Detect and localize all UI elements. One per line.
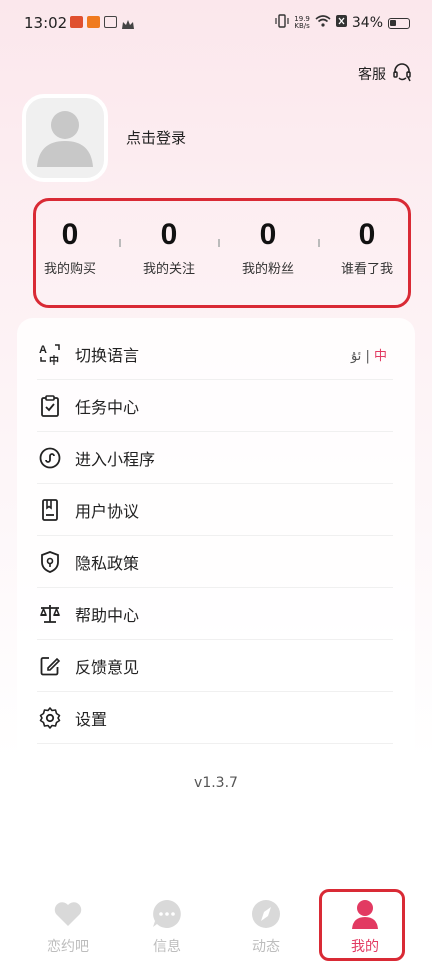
language-option-chinese[interactable]: 中 (374, 349, 387, 364)
menu-item-label: 任务中心 (75, 397, 140, 417)
menu-item-language[interactable]: A中 切换语言 ئۇ | 中 (37, 328, 393, 380)
menu-item-label: 反馈意见 (75, 657, 140, 677)
menu-item-mini-program[interactable]: 进入小程序 (37, 432, 393, 484)
stat-label: 我的购买 (43, 262, 96, 277)
menu-item-help-center[interactable]: 帮助中心 (37, 588, 393, 640)
app-notification-icon (87, 16, 100, 28)
shield-icon (37, 549, 63, 575)
svg-text:A: A (39, 344, 47, 356)
translate-icon: A中 (37, 341, 63, 367)
stat-label: 我的粉丝 (241, 262, 294, 277)
stat-label: 我的关注 (142, 262, 195, 277)
stat-value: 0 (160, 218, 178, 251)
stat-visitors[interactable]: 0 谁看了我 (327, 218, 407, 277)
stat-label: 谁看了我 (340, 262, 393, 277)
system-status: 19.9 KB/s 34% (275, 14, 410, 32)
compass-icon (250, 898, 282, 930)
language-switcher[interactable]: ئۇ | 中 (351, 345, 387, 364)
tab-label: 恋约吧 (47, 939, 89, 955)
menu-item-user-agreement[interactable]: 用户协议 (37, 484, 393, 536)
app-notification-icon (70, 16, 83, 28)
language-option-uyghur[interactable]: ئۇ (351, 349, 361, 364)
menu-item-label: 切换语言 (75, 345, 140, 365)
scale-icon (37, 601, 63, 627)
stat-value: 0 (358, 218, 376, 251)
stat-following[interactable]: 0 我的关注 (129, 218, 209, 277)
headset-icon (392, 62, 412, 86)
menu-item-label: 设置 (75, 709, 108, 729)
stat-divider (119, 239, 121, 247)
notification-icons (70, 16, 135, 35)
tab-moments[interactable]: 动态 (226, 898, 306, 956)
stat-fans[interactable]: 0 我的粉丝 (228, 218, 308, 277)
svg-text:中: 中 (49, 354, 59, 366)
menu-item-label: 进入小程序 (75, 449, 156, 469)
sim-off-icon (335, 15, 347, 31)
network-speed: 19.9 KB/s (294, 15, 310, 30)
stat-value: 0 (259, 218, 277, 251)
stat-divider (218, 239, 220, 247)
chat-icon (151, 898, 183, 930)
menu-item-label: 隐私政策 (75, 553, 140, 573)
menu-card: A中 切换语言 ئۇ | 中 任务中心 进入小程序 用户协议 隐私政策 帮助中心… (17, 318, 415, 808)
app-version: v1.3.7 (194, 775, 238, 791)
login-link[interactable]: 点击登录 (126, 127, 186, 148)
menu-item-privacy-policy[interactable]: 隐私政策 (37, 536, 393, 588)
status-time: 13:02 (24, 14, 68, 32)
menu-item-tasks[interactable]: 任务中心 (37, 380, 393, 432)
active-tab-highlight (319, 889, 405, 961)
mini-program-icon (37, 445, 63, 471)
stats-panel: 0 我的购买 0 我的关注 0 我的粉丝 0 谁看了我 (33, 198, 411, 308)
language-separator: | (365, 349, 370, 364)
status-bar: 13:02 19.9 KB/s 34% (0, 0, 432, 48)
battery-icon (388, 17, 410, 29)
stat-value: 0 (61, 218, 79, 251)
tab-home[interactable]: 恋约吧 (28, 898, 108, 956)
customer-service-label: 客服 (358, 67, 386, 83)
menu-item-settings[interactable]: 设置 (37, 692, 393, 744)
customer-service-button[interactable]: 客服 (358, 62, 412, 86)
stat-divider (318, 239, 320, 247)
tab-messages[interactable]: 信息 (127, 898, 207, 956)
tab-label: 动态 (252, 939, 280, 955)
default-avatar-icon (37, 111, 93, 167)
heart-icon (52, 898, 84, 930)
gear-icon (37, 705, 63, 731)
tab-label: 信息 (153, 939, 181, 955)
menu-item-label: 帮助中心 (75, 605, 140, 625)
document-icon (37, 497, 63, 523)
clipboard-check-icon (37, 393, 63, 419)
avatar[interactable] (22, 94, 108, 182)
crown-icon (121, 16, 135, 35)
vibrate-icon (275, 14, 289, 32)
battery-level: 34% (351, 15, 383, 31)
wifi-icon (315, 15, 331, 31)
menu-item-feedback[interactable]: 反馈意见 (37, 640, 393, 692)
menu-item-label: 用户协议 (75, 501, 140, 521)
edit-icon (37, 653, 63, 679)
stat-purchases[interactable]: 0 我的购买 (30, 218, 110, 277)
app-notification-icon (104, 16, 117, 28)
